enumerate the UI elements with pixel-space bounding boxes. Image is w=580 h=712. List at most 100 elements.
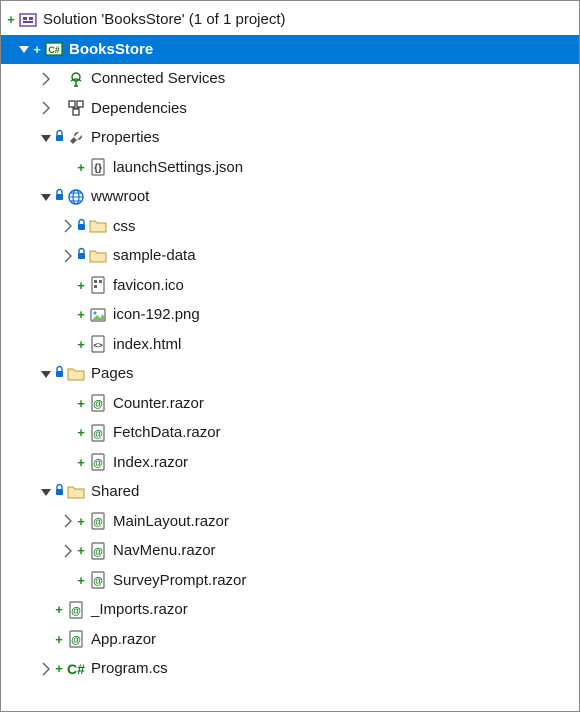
- git-plus-icon: +: [31, 43, 43, 56]
- solution-node[interactable]: + Solution 'BooksStore' (1 of 1 project): [1, 5, 579, 35]
- image-file-icon: [89, 306, 107, 324]
- json-file-icon: [89, 158, 107, 176]
- expand-arrow-icon[interactable]: [61, 219, 75, 233]
- node-label: Dependencies: [91, 100, 571, 117]
- expand-arrow-icon[interactable]: [61, 514, 75, 528]
- dependencies-node[interactable]: Dependencies: [1, 94, 579, 124]
- git-plus-icon: +: [75, 397, 87, 410]
- razor-file-icon: [89, 453, 107, 471]
- node-label: FetchData.razor: [113, 424, 571, 441]
- folder-icon: [89, 247, 107, 265]
- folder-icon: [67, 483, 85, 501]
- expand-arrow-icon[interactable]: [39, 367, 53, 381]
- razor-file-icon: [67, 630, 85, 648]
- git-plus-icon: +: [75, 456, 87, 469]
- git-plus-icon: +: [75, 308, 87, 321]
- project-label: BooksStore: [69, 41, 571, 58]
- node-label: Index.razor: [113, 454, 571, 471]
- file-node-indexrazor[interactable]: + Index.razor: [1, 448, 579, 478]
- connected-services-icon: [67, 70, 85, 88]
- git-plus-icon: +: [75, 515, 87, 528]
- razor-file-icon: [89, 424, 107, 442]
- expand-arrow-icon[interactable]: [39, 101, 53, 115]
- file-node-program[interactable]: + Program.cs: [1, 654, 579, 684]
- expand-arrow-icon[interactable]: [39, 190, 53, 204]
- expand-arrow-icon[interactable]: [39, 72, 53, 86]
- lock-icon: [75, 218, 87, 235]
- wwwroot-node[interactable]: wwwroot: [1, 182, 579, 212]
- solution-explorer-tree[interactable]: + Solution 'BooksStore' (1 of 1 project)…: [1, 1, 579, 688]
- node-label: Counter.razor: [113, 395, 571, 412]
- razor-file-icon: [89, 512, 107, 530]
- folder-node-css[interactable]: css: [1, 212, 579, 242]
- node-label: index.html: [113, 336, 571, 353]
- git-plus-icon: +: [75, 544, 87, 557]
- git-plus-icon: +: [75, 279, 87, 292]
- node-label: SurveyPrompt.razor: [113, 572, 571, 589]
- razor-file-icon: [67, 601, 85, 619]
- expand-arrow-icon[interactable]: [39, 662, 53, 676]
- lock-icon: [53, 483, 65, 500]
- razor-file-icon: [89, 542, 107, 560]
- expand-arrow-icon[interactable]: [17, 42, 31, 56]
- git-plus-icon: +: [53, 603, 65, 616]
- folder-icon: [67, 365, 85, 383]
- csproj-icon: [45, 40, 63, 58]
- expand-arrow-icon[interactable]: [61, 544, 75, 558]
- node-label: Shared: [91, 483, 571, 500]
- razor-file-icon: [89, 394, 107, 412]
- file-node-apprazor[interactable]: + App.razor: [1, 625, 579, 655]
- node-label: sample-data: [113, 247, 571, 264]
- folder-icon: [89, 217, 107, 235]
- git-plus-icon: +: [53, 633, 65, 646]
- globe-icon: [67, 188, 85, 206]
- node-label: Pages: [91, 365, 571, 382]
- project-node[interactable]: + BooksStore: [1, 35, 579, 65]
- node-label: NavMenu.razor: [113, 542, 571, 559]
- node-label: MainLayout.razor: [113, 513, 571, 530]
- git-plus-icon: +: [75, 338, 87, 351]
- git-plus-icon: +: [75, 426, 87, 439]
- file-node-icon192[interactable]: + icon-192.png: [1, 300, 579, 330]
- node-label: launchSettings.json: [113, 159, 571, 176]
- file-node-mainlayout[interactable]: + MainLayout.razor: [1, 507, 579, 537]
- node-label: icon-192.png: [113, 306, 571, 323]
- lock-icon: [53, 365, 65, 382]
- git-plus-icon: +: [75, 574, 87, 587]
- node-label: Connected Services: [91, 70, 571, 87]
- lock-icon: [75, 247, 87, 264]
- file-node-indexhtml[interactable]: + index.html: [1, 330, 579, 360]
- dependencies-icon: [67, 99, 85, 117]
- node-label: css: [113, 218, 571, 235]
- file-node-favicon[interactable]: + favicon.ico: [1, 271, 579, 301]
- folder-node-pages[interactable]: Pages: [1, 359, 579, 389]
- file-node-counter[interactable]: + Counter.razor: [1, 389, 579, 419]
- expand-arrow-icon[interactable]: [39, 131, 53, 145]
- folder-node-sample-data[interactable]: sample-data: [1, 241, 579, 271]
- properties-node[interactable]: Properties: [1, 123, 579, 153]
- git-plus-icon: +: [75, 161, 87, 174]
- wrench-icon: [67, 129, 85, 147]
- folder-node-shared[interactable]: Shared: [1, 477, 579, 507]
- csharp-file-icon: [67, 660, 85, 678]
- connected-services-node[interactable]: Connected Services: [1, 64, 579, 94]
- expand-arrow-icon[interactable]: [39, 485, 53, 499]
- node-label: App.razor: [91, 631, 571, 648]
- file-node-surveyprompt[interactable]: + SurveyPrompt.razor: [1, 566, 579, 596]
- lock-icon: [53, 129, 65, 146]
- node-label: Program.cs: [91, 660, 571, 677]
- file-node-imports[interactable]: + _Imports.razor: [1, 595, 579, 625]
- file-node-fetchdata[interactable]: + FetchData.razor: [1, 418, 579, 448]
- expand-arrow-icon[interactable]: [61, 249, 75, 263]
- lock-icon: [53, 188, 65, 205]
- node-label: _Imports.razor: [91, 601, 571, 618]
- razor-file-icon: [89, 571, 107, 589]
- solution-label: Solution 'BooksStore' (1 of 1 project): [43, 11, 571, 28]
- file-node-launchsettings[interactable]: + launchSettings.json: [1, 153, 579, 183]
- html-file-icon: [89, 335, 107, 353]
- file-node-navmenu[interactable]: + NavMenu.razor: [1, 536, 579, 566]
- node-label: wwwroot: [91, 188, 571, 205]
- git-plus-icon: +: [5, 13, 17, 26]
- node-label: Properties: [91, 129, 571, 146]
- git-plus-icon: +: [53, 662, 65, 675]
